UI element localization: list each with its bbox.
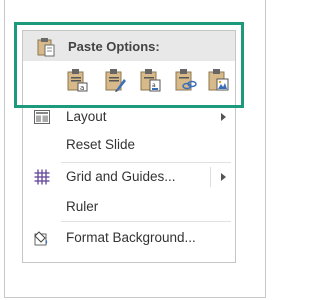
paste-options-panel: Paste Options: a a	[23, 31, 235, 101]
paste-keep-source-formatting-icon	[102, 67, 128, 93]
submenu-separator	[210, 167, 211, 187]
format-background-icon	[33, 229, 51, 247]
svg-text:a: a	[80, 84, 84, 92]
paste-embed-button[interactable]: a	[135, 64, 165, 96]
menu-item-layout[interactable]: Layout	[23, 103, 235, 131]
menu-item-grid-and-guides[interactable]: Grid and Guides...	[23, 163, 235, 191]
menu-divider	[61, 221, 231, 222]
menu-item-reset-slide[interactable]: Reset Slide	[23, 131, 235, 159]
menu-item-grid-and-guides-label: Grid and Guides...	[66, 169, 176, 184]
menu-item-reset-slide-label: Reset Slide	[66, 137, 136, 152]
chevron-right-icon	[221, 173, 226, 181]
paste-embed-icon: a	[137, 67, 163, 93]
layout-icon	[33, 108, 51, 126]
paste-options-header: Paste Options:	[23, 31, 235, 61]
paste-picture-button[interactable]	[203, 64, 233, 96]
paste-link-button[interactable]	[170, 64, 200, 96]
svg-text:a: a	[152, 82, 156, 89]
grid-icon	[33, 168, 51, 186]
menu-item-format-background-label: Format Background...	[66, 230, 196, 245]
paste-use-destination-theme-button[interactable]: a	[62, 64, 92, 96]
menu-item-ruler[interactable]: Ruler	[23, 193, 235, 221]
chevron-right-icon	[221, 113, 226, 121]
paste-picture-icon	[205, 67, 231, 93]
paste-keep-source-formatting-button[interactable]	[100, 64, 130, 96]
menu-item-ruler-label: Ruler	[66, 199, 99, 214]
paste-use-destination-theme-icon: a	[64, 67, 90, 93]
paste-link-icon	[172, 67, 198, 93]
menu-item-layout-label: Layout	[66, 109, 107, 124]
paste-options-title: Paste Options:	[68, 39, 160, 54]
menu-item-format-background[interactable]: Format Background...	[23, 224, 235, 252]
clipboard-icon	[35, 36, 57, 58]
